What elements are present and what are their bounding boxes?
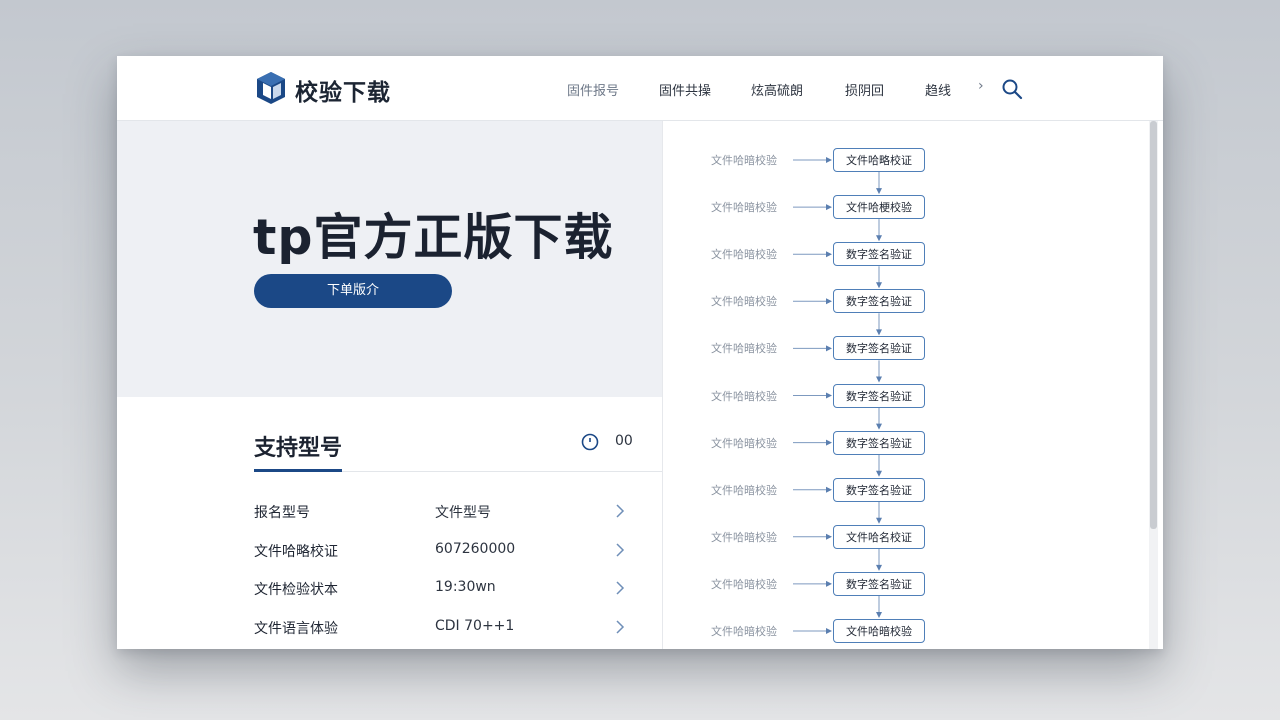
row-value: 19:30wn <box>435 579 496 595</box>
flow-step-box[interactable]: 数字签名验证 <box>833 289 925 314</box>
row-label: 文件检验状本 <box>254 582 338 598</box>
chevron-right-icon <box>616 543 625 557</box>
flow-step-label: 文件哈暗校验 <box>711 295 777 309</box>
brand-name[interactable]: 校验下载 <box>295 73 391 107</box>
supported-models-section: 支持型号 00 报名型号 文件型号 文件哈略校证 607260000 文件检验状… <box>117 397 662 649</box>
flow-connector-arrowhead <box>876 517 882 524</box>
flow-step-label: 文件哈暗校验 <box>711 389 777 403</box>
flow-step-label: 文件哈暗校验 <box>711 483 777 497</box>
section-title: 支持型号 <box>254 436 343 461</box>
nav-item-2[interactable]: 固件共操 <box>659 80 711 99</box>
flow-connector-arrowhead <box>876 564 882 571</box>
flow-step-box[interactable]: 文件哈暗校验 <box>833 619 925 643</box>
flow-arrowhead <box>826 157 832 163</box>
row-label: 文件哈略校证 <box>254 544 338 560</box>
flow-arrowhead <box>826 439 832 446</box>
top-header: 校验下载 固件报号 固件共操 炫高硫朗 损阴回 趋线 › <box>117 56 1163 121</box>
flow-connector-arrowhead <box>876 423 882 430</box>
section-title-underline <box>254 469 342 472</box>
clock-icon[interactable] <box>581 433 599 451</box>
flow-step-box[interactable]: 数字签名验证 <box>833 430 925 455</box>
nav-item-4[interactable]: 损阴回 <box>845 80 884 99</box>
flow-step-label: 文件哈暗校验 <box>711 530 777 544</box>
chevron-right-icon <box>616 504 625 518</box>
chevron-right-icon <box>616 581 625 595</box>
model-row[interactable]: 文件检验状本 19:30wn <box>254 573 632 603</box>
row-label: 报名型号 <box>254 505 310 521</box>
flow-step-box[interactable]: 文件哈略校证 <box>833 148 925 172</box>
model-row[interactable]: 文件哈略校证 607260000 <box>254 535 632 565</box>
flow-step-label: 文件哈暗校验 <box>711 342 777 356</box>
flow-step-box[interactable]: 文件哈名校证 <box>833 524 925 549</box>
flow-arrowhead <box>826 486 832 493</box>
models-count: 00 <box>615 433 633 449</box>
logo-icon <box>257 72 285 104</box>
flow-step-label: 文件哈暗校验 <box>711 577 777 591</box>
search-icon[interactable] <box>1001 78 1023 100</box>
flow-arrowhead <box>826 204 832 211</box>
flow-step-box[interactable]: 数字签名验证 <box>833 477 925 502</box>
app-window: 校验下载 固件报号 固件共操 炫高硫朗 损阴回 趋线 › tp官方正版下载 下单… <box>117 56 1163 649</box>
flow-arrowhead <box>826 251 832 258</box>
flow-arrowhead <box>826 533 832 540</box>
flow-step-label: 文件哈暗校验 <box>711 436 777 450</box>
flow-step-box[interactable]: 数字签名验证 <box>833 571 925 596</box>
flow-step-label: 文件哈暗校验 <box>711 201 777 215</box>
nav-item-1[interactable]: 固件报号 <box>567 80 619 99</box>
row-value: 文件型号 <box>435 505 491 521</box>
flow-connector-arrowhead <box>876 376 882 383</box>
scrollbar-thumb[interactable] <box>1150 121 1157 529</box>
flow-connector-arrowhead <box>876 470 882 477</box>
cta-button[interactable]: 下单版介 <box>254 274 452 308</box>
flow-step-box[interactable]: 数字签名验证 <box>833 242 925 267</box>
flow-arrowhead <box>826 298 832 305</box>
flow-step-box[interactable]: 数字签名验证 <box>833 336 925 361</box>
chevron-right-icon[interactable]: › <box>978 78 984 94</box>
model-row[interactable]: 报名型号 文件型号 <box>254 496 632 526</box>
flow-arrowhead <box>826 628 832 634</box>
verification-flow-panel: 文件哈暗校验 文件哈略校证 文件哈暗校验 文件哈梗校验 文件哈暗校验 数字签名验证 文件哈暗… <box>662 121 1163 649</box>
model-row[interactable]: 文件语言体验 CDI 70++1 <box>254 612 632 642</box>
flow-arrowhead <box>826 345 832 352</box>
flow-connector-arrowhead <box>876 188 882 195</box>
flow-connector-arrowhead <box>876 612 882 618</box>
flow-connector-arrowhead <box>876 282 882 289</box>
nav-item-3[interactable]: 炫高硫朗 <box>751 80 803 99</box>
flow-step-label: 文件哈暗校验 <box>711 625 777 638</box>
nav-item-5[interactable]: 趋线 <box>925 80 951 99</box>
flow-arrowhead <box>826 392 832 399</box>
flow-connector-arrowhead <box>876 329 882 336</box>
flow-connector-arrowhead <box>876 235 882 242</box>
row-value: CDI 70++1 <box>435 618 515 634</box>
flow-step-box[interactable]: 数字签名验证 <box>833 383 925 408</box>
flow-step-label: 文件哈暗校验 <box>711 248 777 262</box>
hero-section: tp官方正版下载 下单版介 <box>117 121 662 397</box>
flow-arrowhead <box>826 580 832 587</box>
hero-title: tp官方正版下载 <box>253 209 614 266</box>
row-label: 文件语言体验 <box>254 621 338 637</box>
flow-step-box[interactable]: 文件哈梗校验 <box>833 195 925 220</box>
flow-step-label: 文件哈暗校验 <box>711 154 777 167</box>
chevron-right-icon <box>616 620 625 634</box>
row-value: 607260000 <box>435 541 516 557</box>
